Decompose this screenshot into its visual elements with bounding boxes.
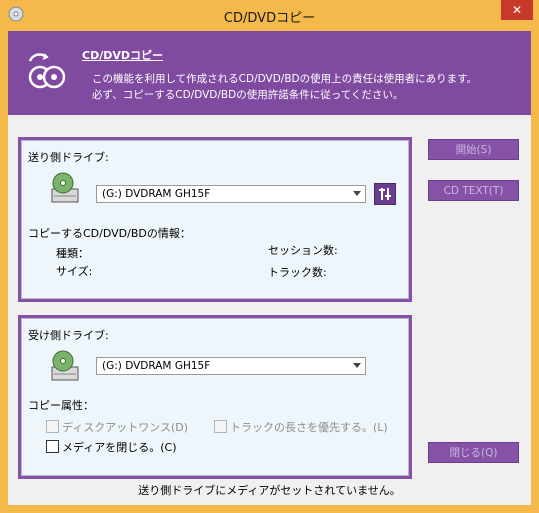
target-drive-panel: 受け側ドライブ: (G:) DVDRAM GH15F コピー属性： ディスクアッ… [21, 318, 409, 476]
session-count-label: セッション数: [268, 244, 338, 257]
chevron-down-icon [353, 191, 361, 196]
disc-at-once-label: ディスクアットワンス(D) [62, 421, 189, 434]
cd-text-button[interactable]: CD TEXT(T) [428, 180, 519, 201]
target-drive-select[interactable]: (G:) DVDRAM GH15F [96, 357, 366, 375]
banner-description-line: 必ず、コピーするCD/DVD/BDの使用許諾条件に従ってください。 [92, 89, 404, 101]
cd-copy-icon [28, 53, 66, 89]
close-media-label: メディアを閉じる。(C) [62, 441, 177, 454]
app-window: CD/DVDコピー ✕ CD/DVDコピー この機能を利用して作成されるCD/D… [0, 0, 539, 513]
source-drive-select[interactable]: (G:) DVDRAM GH15F [96, 185, 366, 203]
checkbox-box [46, 420, 59, 433]
source-drive-group: 送り側ドライブ: (G:) DVDRAM GH15F コピーするCD/DVD/B… [18, 137, 412, 302]
checkbox-box [46, 440, 59, 453]
target-drive-label: 受け側ドライブ: [28, 329, 109, 342]
title-bar: CD/DVDコピー ✕ [0, 0, 539, 30]
status-message: 送り側ドライブにメディアがセットされていません。 [138, 484, 401, 497]
source-drive-panel: 送り側ドライブ: (G:) DVDRAM GH15F コピーするCD/DVD/B… [21, 140, 409, 299]
checkbox-box [214, 420, 227, 433]
banner-description: この機能を利用して作成されるCD/DVD/BDの使用上の責任は使用者にあります。… [92, 71, 477, 103]
header-banner: CD/DVDコピー この機能を利用して作成されるCD/DVD/BDの使用上の責任… [8, 31, 531, 115]
dialog-body: CD/DVDコピー この機能を利用して作成されるCD/DVD/BDの使用上の責任… [8, 31, 531, 505]
track-count-label: トラック数: [268, 266, 327, 279]
source-drive-label: 送り側ドライブ: [28, 151, 109, 164]
size-label: サイズ: [56, 265, 93, 278]
tools-icon [379, 188, 391, 200]
banner-title: CD/DVDコピー [82, 49, 163, 62]
close-button[interactable]: 閉じる(Q) [428, 442, 519, 463]
close-media-checkbox[interactable]: メディアを閉じる。(C) [46, 439, 177, 455]
source-drive-value: (G:) DVDRAM GH15F [102, 188, 211, 200]
close-window-button[interactable]: ✕ [501, 0, 533, 20]
copy-attributes-label: コピー属性： [28, 399, 94, 412]
optical-drive-icon [51, 350, 79, 381]
window-title: CD/DVDコピー [223, 11, 316, 26]
banner-description-line: この機能を利用して作成されるCD/DVD/BDの使用上の責任は使用者にあります。 [92, 73, 478, 85]
chevron-down-icon [353, 363, 361, 368]
drive-settings-button[interactable] [374, 183, 396, 205]
target-drive-group: 受け側ドライブ: (G:) DVDRAM GH15F コピー属性： ディスクアッ… [18, 315, 412, 479]
start-button[interactable]: 開始(S) [428, 139, 519, 160]
prefer-track-length-label: トラックの長さを優先する。(L) [230, 421, 388, 434]
optical-drive-icon [51, 172, 79, 203]
copy-info-heading: コピーするCD/DVD/BDの情報： [28, 227, 191, 240]
disc-at-once-checkbox[interactable]: ディスクアットワンス(D) [46, 419, 188, 435]
prefer-track-length-checkbox[interactable]: トラックの長さを優先する。(L) [214, 419, 388, 435]
target-drive-value: (G:) DVDRAM GH15F [102, 360, 211, 372]
type-label: 種類： [56, 247, 89, 260]
